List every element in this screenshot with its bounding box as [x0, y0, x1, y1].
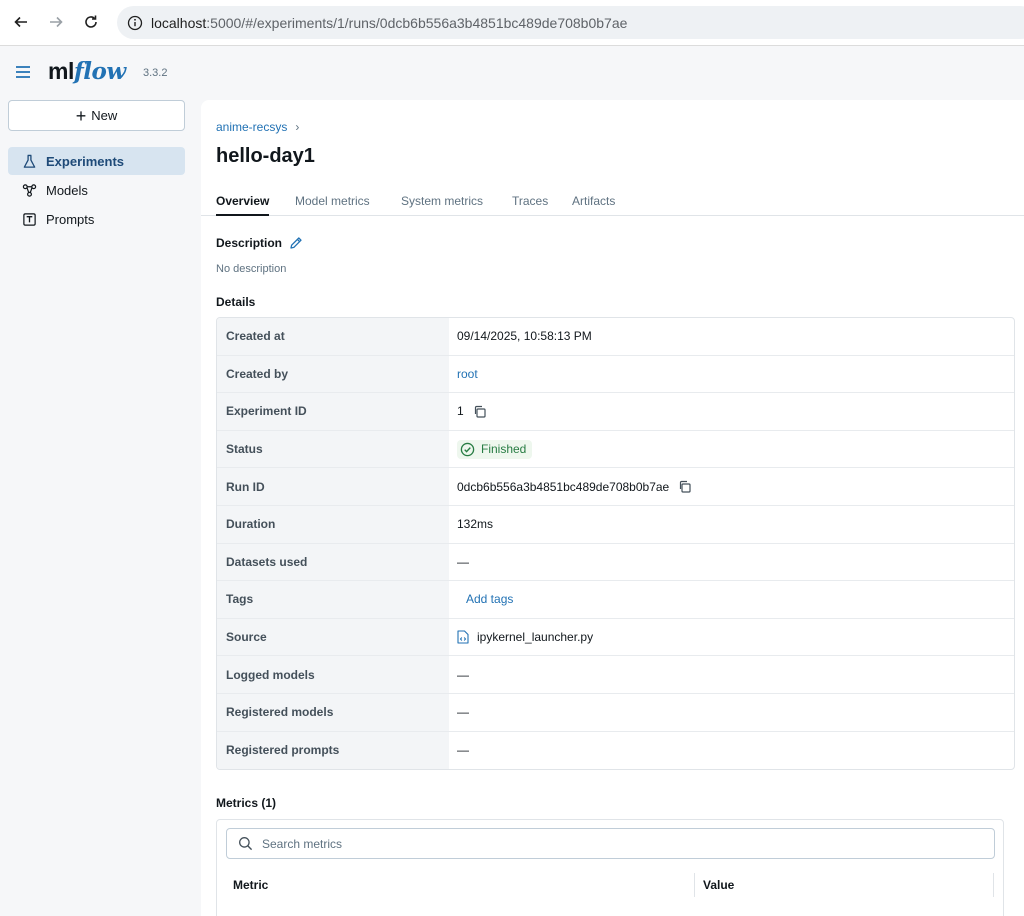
- details-row-status: Status Finished: [217, 430, 1014, 469]
- details-key: Run ID: [217, 468, 449, 505]
- details-key: Logged models: [217, 656, 449, 693]
- url-host: localhost: [151, 14, 207, 31]
- sidebar: + New Experiments Models Prompts: [0, 100, 193, 916]
- run-id-value: 0dcb6b556a3b4851bc489de708b0b7ae: [457, 479, 670, 494]
- tab-artifacts[interactable]: Artifacts: [572, 194, 615, 214]
- details-row-datasets-used: Datasets used —: [217, 543, 1014, 582]
- registered-models-value: —: [457, 705, 469, 720]
- registered-prompts-value: —: [457, 743, 469, 758]
- description-label: Description: [216, 236, 283, 250]
- search-icon: [239, 837, 253, 851]
- add-tags-button[interactable]: Add tags: [466, 592, 513, 606]
- details-row-duration: Duration 132ms: [217, 505, 1014, 544]
- metrics-label: Metrics (1): [216, 796, 277, 810]
- status-text: Finished: [481, 442, 527, 457]
- sidebar-item-label: Experiments: [46, 153, 125, 169]
- column-header-metric[interactable]: Metric: [233, 878, 268, 892]
- reload-button[interactable]: [79, 10, 103, 34]
- prompts-icon: [23, 212, 36, 226]
- page-title: hello-day1: [216, 145, 315, 167]
- url-path: :5000/#/experiments/1/runs/0dcb6b556a3b4…: [206, 14, 628, 31]
- created-at-value: 09/14/2025, 10:58:13 PM: [457, 329, 592, 344]
- logo-flow-text: flow: [73, 58, 126, 85]
- menu-icon[interactable]: [14, 64, 32, 80]
- datasets-used-value: —: [457, 554, 469, 569]
- browser-toolbar: localhost:5000/#/experiments/1/runs/0dcb…: [0, 0, 1024, 46]
- address-bar[interactable]: localhost:5000/#/experiments/1/runs/0dcb…: [117, 6, 1024, 39]
- mlflow-logo[interactable]: mlflow: [48, 58, 126, 85]
- details-row-tags: Tags Add tags: [217, 581, 1014, 619]
- site-info-icon[interactable]: [127, 15, 143, 31]
- details-key: Created by: [217, 355, 449, 393]
- details-key: Duration: [217, 505, 449, 543]
- sidebar-item-experiments[interactable]: Experiments: [8, 147, 185, 175]
- details-row-registered-prompts: Registered prompts —: [217, 731, 1014, 770]
- back-button[interactable]: [9, 10, 33, 34]
- new-button[interactable]: + New: [8, 100, 185, 131]
- column-header-value[interactable]: Value: [703, 878, 734, 892]
- details-row-created-by: Created by root: [217, 355, 1014, 394]
- details-table: Created at 09/14/2025, 10:58:13 PM Creat…: [216, 317, 1015, 771]
- column-divider[interactable]: [694, 873, 695, 897]
- copy-icon[interactable]: [678, 480, 691, 493]
- new-button-label: New: [91, 108, 118, 123]
- main-panel: anime-recsys › hello-day1 Overview Model …: [201, 100, 1024, 916]
- details-key: Tags: [217, 581, 449, 618]
- details-label: Details: [216, 295, 256, 309]
- check-circle-icon: [460, 442, 475, 456]
- plus-icon: +: [75, 105, 87, 126]
- details-key: Datasets used: [217, 543, 449, 581]
- details-row-registered-models: Registered models —: [217, 693, 1014, 732]
- copy-icon[interactable]: [473, 405, 486, 418]
- search-metrics-input[interactable]: [262, 836, 862, 851]
- logo-ml-text: ml: [48, 58, 74, 84]
- breadcrumb-separator: ›: [295, 120, 300, 134]
- breadcrumb: anime-recsys ›: [216, 120, 299, 134]
- sidebar-item-models[interactable]: Models: [8, 176, 185, 204]
- tab-overview[interactable]: Overview: [216, 194, 270, 216]
- breadcrumb-experiment-link[interactable]: anime-recsys: [216, 120, 287, 134]
- tab-system-metrics[interactable]: System metrics: [401, 194, 483, 214]
- details-key: Registered models: [217, 693, 449, 731]
- tab-model-metrics[interactable]: Model metrics: [295, 194, 370, 214]
- tab-traces[interactable]: Traces: [512, 194, 548, 214]
- source-link[interactable]: ipykernel_launcher.py: [477, 630, 593, 644]
- details-row-source: Source ipykernel_launcher.py: [217, 618, 1014, 657]
- search-metrics-box[interactable]: [226, 828, 995, 859]
- arrow-right-icon: [50, 16, 63, 28]
- code-file-icon: [457, 630, 469, 644]
- details-key: Status: [217, 430, 449, 468]
- details-key: Registered prompts: [217, 731, 449, 770]
- details-row-created-at: Created at 09/14/2025, 10:58:13 PM: [217, 318, 1014, 356]
- arrow-left-icon: [14, 16, 27, 28]
- models-icon: [22, 183, 37, 197]
- pencil-icon[interactable]: [289, 236, 303, 250]
- details-key: Created at: [217, 318, 449, 355]
- details-key: Source: [217, 618, 449, 656]
- column-divider[interactable]: [993, 873, 994, 897]
- app-header: mlflow 3.3.2: [0, 46, 1024, 100]
- forward-button[interactable]: [44, 10, 68, 34]
- details-row-logged-models: Logged models —: [217, 656, 1014, 694]
- experiment-id-value: 1: [457, 404, 464, 419]
- sidebar-item-label: Models: [46, 182, 88, 198]
- reload-icon: [85, 15, 97, 28]
- metrics-table: Metric Value: [216, 819, 1004, 916]
- url-text: localhost:5000/#/experiments/1/runs/0dcb…: [151, 15, 627, 31]
- duration-value: 132ms: [457, 517, 494, 532]
- sidebar-item-label: Prompts: [46, 211, 95, 227]
- description-text: No description: [216, 263, 287, 275]
- status-badge: Finished: [457, 439, 533, 459]
- created-by-link[interactable]: root: [457, 367, 478, 381]
- flask-icon: [23, 154, 36, 168]
- app-version: 3.3.2: [143, 67, 168, 79]
- details-key: Experiment ID: [217, 393, 449, 430]
- details-row-run-id: Run ID 0dcb6b556a3b4851bc489de708b0b7ae: [217, 468, 1014, 506]
- details-row-experiment-id: Experiment ID 1: [217, 393, 1014, 431]
- logged-models-value: —: [457, 667, 469, 682]
- tab-bar: Overview Model metrics System metrics Tr…: [201, 188, 1024, 216]
- sidebar-item-prompts[interactable]: Prompts: [8, 205, 185, 233]
